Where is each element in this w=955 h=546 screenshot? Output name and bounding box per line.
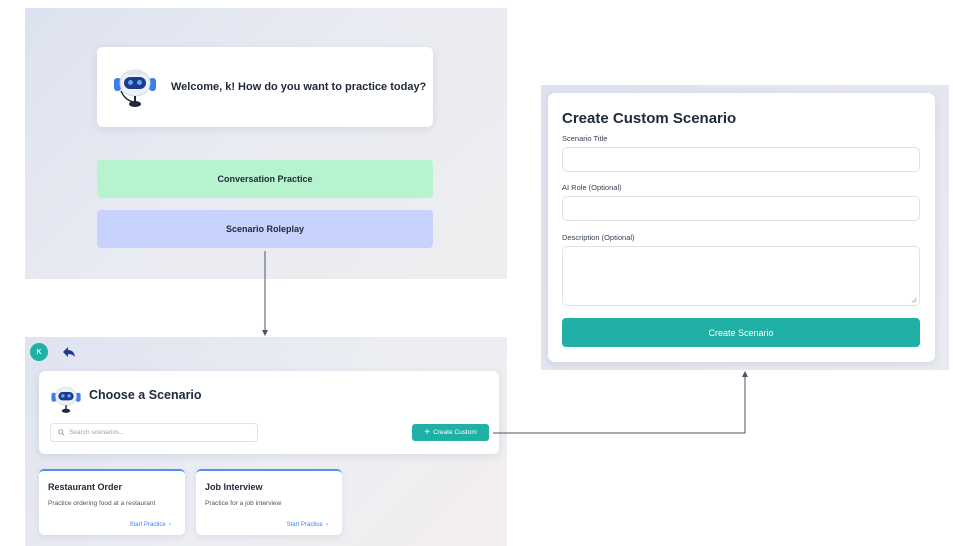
arrow-roleplay-to-chooser: [262, 251, 268, 336]
arrow-create-custom-to-form: [493, 371, 748, 434]
flow-connectors: [262, 251, 748, 434]
